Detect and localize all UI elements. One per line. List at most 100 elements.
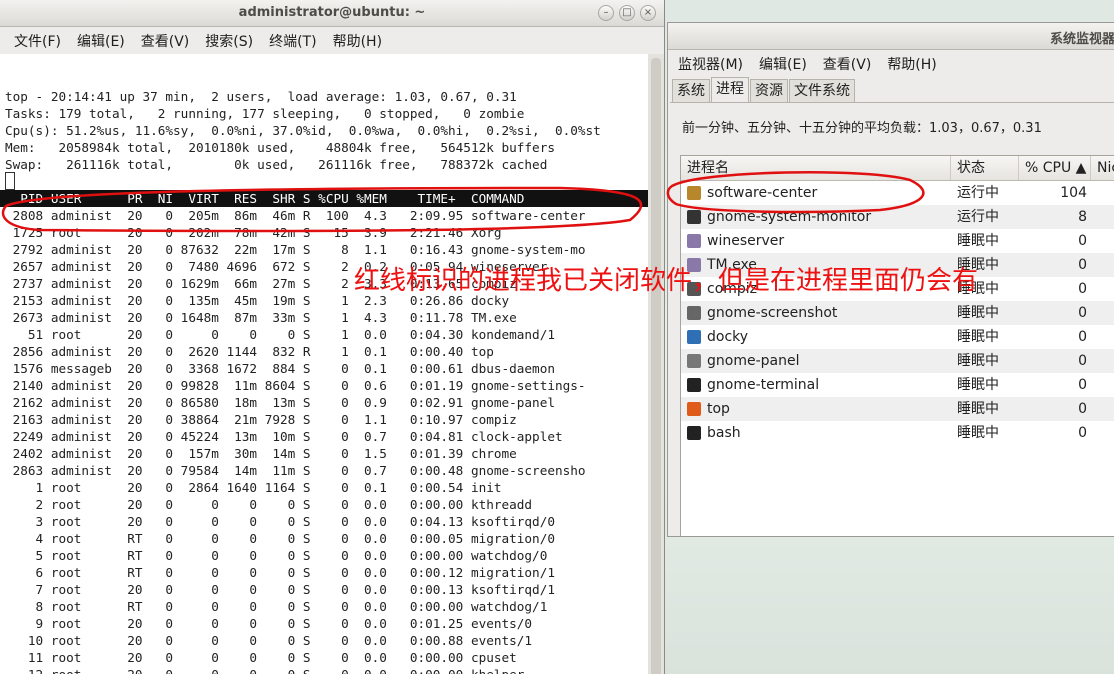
process-nice [1091,253,1114,277]
minimize-icon[interactable]: – [598,5,614,21]
menu-edit[interactable]: 编辑(E) [751,54,815,74]
process-nice [1091,301,1114,325]
menu-monitor[interactable]: 监视器(M) [670,54,751,74]
process-row[interactable]: gnome-panel 睡眠中 0 [681,349,1114,373]
close-icon[interactable]: × [640,5,656,21]
terminal-scrollbar-thumb[interactable] [651,58,661,674]
terminal-title: administrator@ubuntu: ~ [238,5,426,20]
process-state: 睡眠中 [957,401,999,417]
process-table-header: 进程名 状态 % CPU ▲ Nic [681,156,1114,181]
menu-file[interactable]: 文件(F) [6,31,69,51]
sysmon-titlebar[interactable]: 系统监视器 [668,23,1114,50]
terminal-titlebar[interactable]: administrator@ubuntu: ~ – □ × [0,0,664,27]
tab-filesystems[interactable]: 文件系统 [789,79,855,102]
column-cpu[interactable]: % CPU ▲ [1019,156,1091,180]
process-cpu: 0 [1078,377,1087,393]
menu-help[interactable]: 帮助(H) [325,31,390,51]
camera-icon [687,306,701,320]
process-name-cell: top [681,397,951,421]
top-process-row: 2140 administ 20 0 99828 11m 8604 S 0 0.… [5,378,586,393]
process-row[interactable]: bash 睡眠中 0 [681,421,1114,445]
process-rows: software-center 运行中 104 gnome-system-monito… [681,181,1114,445]
terminal-output[interactable]: top - 20:14:41 up 37 min, 2 users, load … [0,54,648,674]
tab-system[interactable]: 系统 [672,79,710,102]
top-summary-line: top - 20:14:41 up 37 min, 2 users, load … [5,89,517,104]
process-name-cell: docky [681,325,951,349]
column-state[interactable]: 状态 [951,156,1019,180]
menu-search[interactable]: 搜索(S) [197,31,261,51]
menu-view[interactable]: 查看(V) [133,31,198,51]
top-column-header: PID USER PR NI VIRT RES SHR S %CPU %MEM … [0,190,648,207]
top-cpu-line: Cpu(s): 51.2%us, 11.6%sy, 0.0%ni, 37.0%i… [5,123,601,138]
load-average-label: 前一分钟、五分钟、十五分钟的平均负载：1.03，0.67，0.31 [682,121,1042,136]
top-tasks-line: Tasks: 179 total, 2 running, 177 sleepin… [5,106,525,121]
top-process-row: 2 root 20 0 0 0 0 S 0 0.0 0:00.00 kthrea… [5,497,533,512]
process-nice [1091,181,1114,205]
top-process-row: 12 root 20 0 0 0 0 S 0 0.0 0:00.00 khelp… [5,666,525,674]
terminal-scrollbar[interactable] [648,54,664,674]
top-process-row: 1725 root 20 0 202m 78m 42m S 15 3.9 2:2… [5,225,502,240]
process-row[interactable]: gnome-terminal 睡眠中 0 [681,373,1114,397]
top-header-text: PID USER PR NI VIRT RES SHR S %CPU %MEM … [5,191,525,206]
process-state: 睡眠中 [957,329,999,345]
process-name-cell: gnome-terminal [681,373,951,397]
process-nice [1091,349,1114,373]
column-nice[interactable]: Nic [1091,156,1114,180]
top-process-row: 1 root 20 0 2864 1640 1164 S 0 0.1 0:00.… [5,480,502,495]
process-state: 运行中 [957,185,999,201]
top-process-row: 7 root 20 0 0 0 0 S 0 0.0 0:00.13 ksofti… [5,582,555,597]
top-process-row: 2863 administ 20 0 79584 14m 11m S 0 0.7… [5,463,586,478]
process-cpu: 0 [1078,257,1087,273]
top-icon [687,402,701,416]
top-process-row: 9 root 20 0 0 0 0 S 0 0.0 0:01.25 events… [5,616,533,631]
process-name-cell: gnome-screenshot [681,301,951,325]
process-name-cell: bash [681,421,951,445]
process-cpu: 0 [1078,401,1087,417]
process-cpu: 104 [1060,185,1087,201]
menu-view[interactable]: 查看(V) [815,54,880,74]
process-state: 睡眠中 [957,233,999,249]
process-row[interactable]: top 睡眠中 0 [681,397,1114,421]
tab-processes[interactable]: 进程 [711,77,749,102]
tab-resources[interactable]: 资源 [750,79,788,102]
process-nice [1091,205,1114,229]
process-row[interactable]: gnome-system-monitor 运行中 8 [681,205,1114,229]
wine-icon [687,234,701,248]
process-row[interactable]: gnome-screenshot 睡眠中 0 [681,301,1114,325]
top-process-row: 2673 administ 20 0 1648m 87m 33m S 1 4.3… [5,310,517,325]
top-process-row: 2162 administ 20 0 86580 18m 13m S 0 0.9… [5,395,555,410]
top-process-row: 51 root 20 0 0 0 0 S 1 0.0 0:04.30 konde… [5,327,555,342]
terminal-icon [687,426,701,440]
process-cpu: 0 [1078,233,1087,249]
column-process-name[interactable]: 进程名 [681,156,951,180]
process-name: wineserver [707,233,785,249]
process-name: bash [707,425,741,441]
menu-edit[interactable]: 编辑(E) [69,31,133,51]
top-process-row: 2249 administ 20 0 45224 13m 10m S 0 0.7… [5,429,563,444]
process-state: 睡眠中 [957,377,999,393]
process-name: gnome-panel [707,353,800,369]
process-state: 睡眠中 [957,353,999,369]
top-process-row: 11 root 20 0 0 0 0 S 0 0.0 0:00.00 cpuse… [5,650,517,665]
top-process-row: 10 root 20 0 0 0 0 S 0 0.0 0:00.88 event… [5,633,533,648]
top-process-row: 1576 messageb 20 0 3368 1672 884 S 0 0.1… [5,361,555,376]
process-name-cell: software-center [681,181,951,205]
process-row[interactable]: software-center 运行中 104 [681,181,1114,205]
process-row[interactable]: docky 睡眠中 0 [681,325,1114,349]
annotation-text: 红线标识的进程我已关闭软件，但是在进程里面仍会有 [354,266,979,296]
maximize-icon[interactable]: □ [619,5,635,21]
panel-icon [687,354,701,368]
process-cpu: 0 [1078,281,1087,297]
terminal-window-buttons: – □ × [598,5,656,21]
process-name: gnome-terminal [707,377,820,393]
top-process-row: 2163 administ 20 0 38864 21m 7928 S 0 1.… [5,412,517,427]
top-process-row: 4 root RT 0 0 0 0 S 0 0.0 0:00.05 migrat… [5,531,555,546]
process-state: 睡眠中 [957,305,999,321]
process-name-cell: wineserver [681,229,951,253]
process-name: gnome-system-monitor [707,209,872,225]
process-row[interactable]: wineserver 睡眠中 0 [681,229,1114,253]
menu-help[interactable]: 帮助(H) [879,54,944,74]
process-name: docky [707,329,749,345]
menu-terminal[interactable]: 终端(T) [261,31,324,51]
top-process-row: 2808 administ 20 0 205m 86m 46m R 100 4.… [5,208,586,223]
